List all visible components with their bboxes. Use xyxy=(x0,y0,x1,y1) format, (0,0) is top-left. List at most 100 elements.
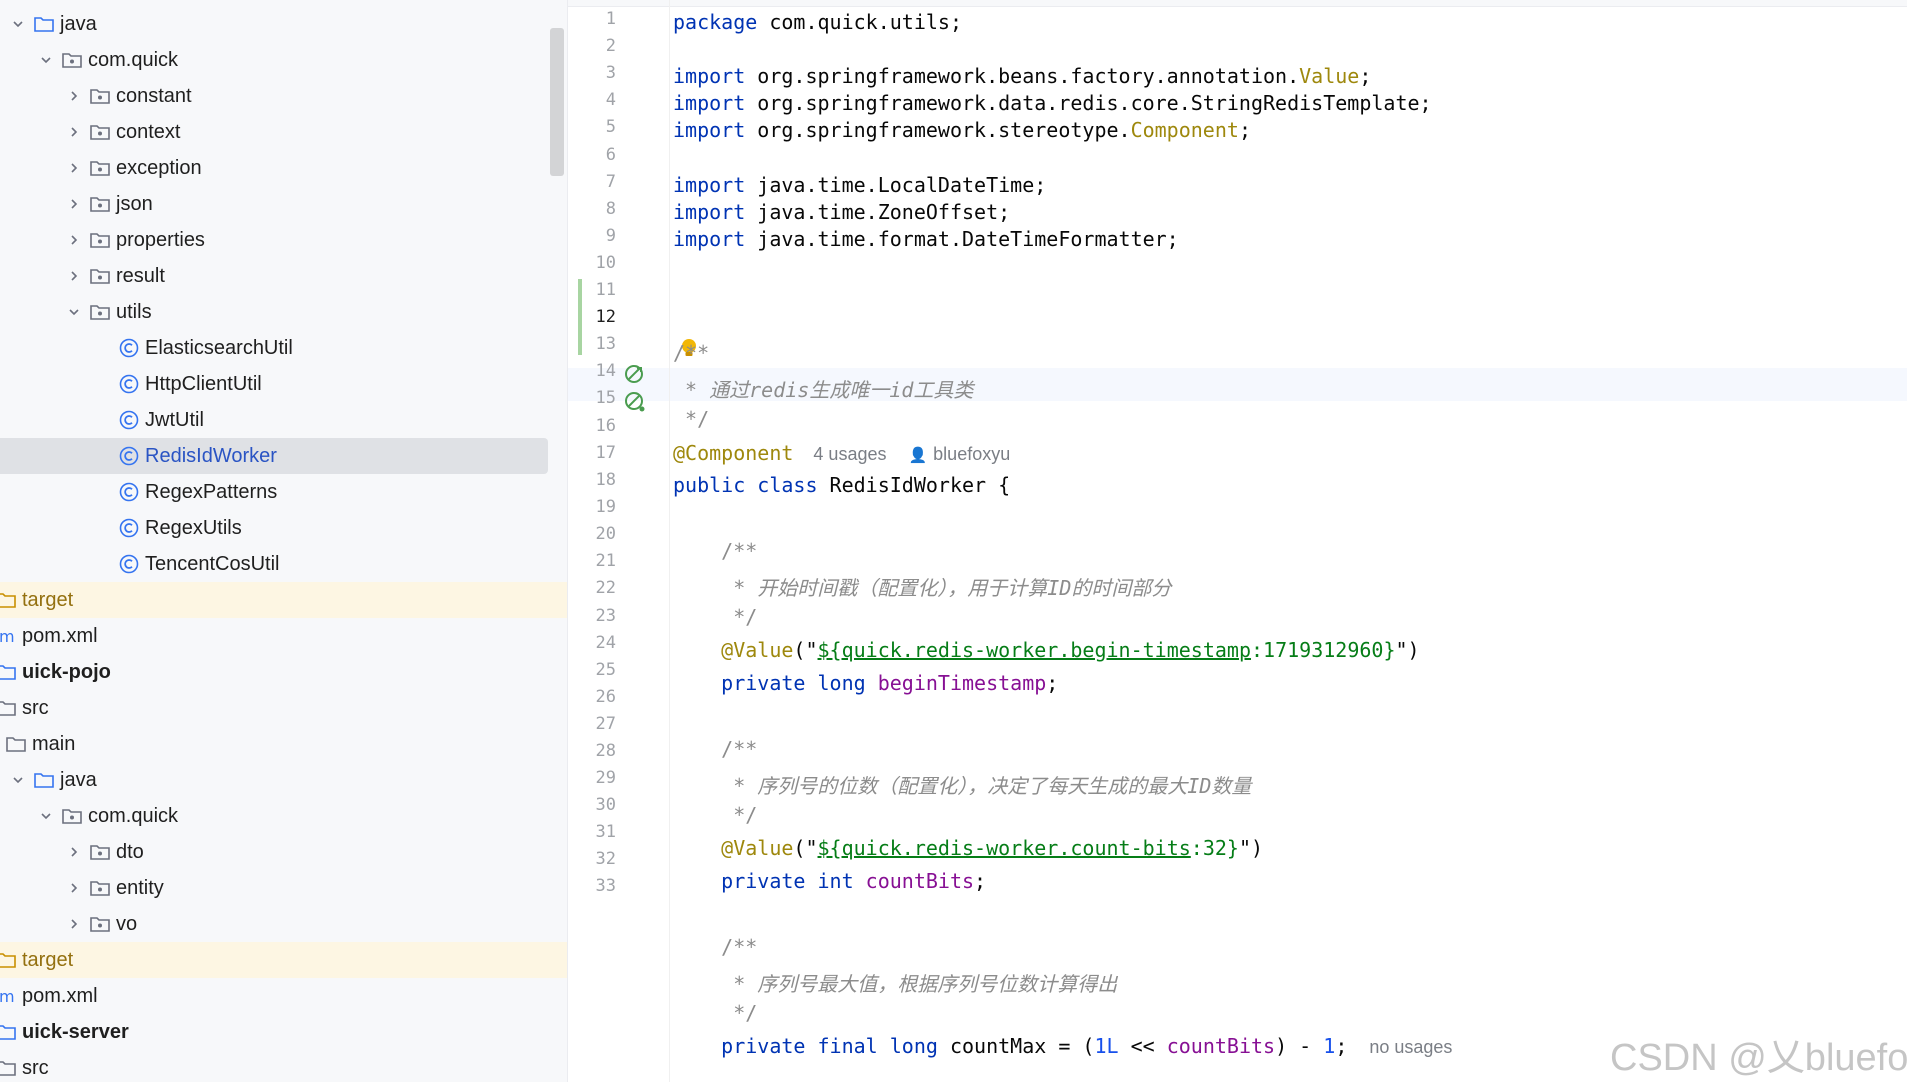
tree-item[interactable]: RegexUtils xyxy=(0,510,567,546)
line-number[interactable]: 23 xyxy=(568,606,616,626)
author-hint[interactable]: bluefoxyu xyxy=(933,444,1010,464)
svg-text:m: m xyxy=(0,627,15,646)
sidebar-scrollbar[interactable] xyxy=(550,28,564,176)
tree-item[interactable]: src xyxy=(0,690,567,726)
chevron-right-icon[interactable] xyxy=(66,268,82,284)
tree-item[interactable]: JwtUtil xyxy=(0,402,567,438)
maven-file-icon: m xyxy=(0,984,18,1008)
line-number[interactable]: 25 xyxy=(568,660,616,680)
usages-hint[interactable]: 4 usages xyxy=(813,444,886,464)
line-number[interactable]: 2 xyxy=(568,36,616,56)
line-number[interactable]: 4 xyxy=(568,90,616,110)
line-number[interactable]: 33 xyxy=(568,876,616,896)
line-number[interactable]: 10 xyxy=(568,253,616,273)
tree-item[interactable]: result xyxy=(0,258,567,294)
tree-item[interactable]: java xyxy=(0,762,567,798)
line-number[interactable]: 24 xyxy=(568,633,616,653)
chevron-down-icon[interactable] xyxy=(38,52,54,68)
tree-item[interactable]: m pom.xml xyxy=(0,978,567,1014)
tree-item[interactable]: utils xyxy=(0,294,567,330)
line-number[interactable]: 12 xyxy=(568,307,616,327)
line-number[interactable]: 7 xyxy=(568,172,616,192)
gutter-separator xyxy=(669,0,670,1082)
tree-item[interactable]: entity xyxy=(0,870,567,906)
tree-item[interactable]: json xyxy=(0,186,567,222)
spring-bean-icon[interactable] xyxy=(622,389,648,415)
chevron-right-icon[interactable] xyxy=(66,196,82,212)
tree-item[interactable]: RegexPatterns xyxy=(0,474,567,510)
tree-item-label: target xyxy=(22,948,74,971)
tree-item[interactable]: java xyxy=(0,6,567,42)
tree-item[interactable]: com.quick xyxy=(0,42,567,78)
tree-item-label: HttpClientUtil xyxy=(145,372,262,395)
line-number[interactable]: 15 xyxy=(568,388,616,408)
tree-item-label: properties xyxy=(116,228,205,251)
line-number[interactable]: 16 xyxy=(568,416,616,436)
no-usages-hint[interactable]: no usages xyxy=(1369,1037,1452,1057)
line-number[interactable]: 5 xyxy=(568,117,616,137)
spring-bean-icon[interactable] xyxy=(622,362,648,388)
tree-item[interactable]: main xyxy=(0,726,567,762)
line-number[interactable]: 8 xyxy=(568,199,616,219)
tree-item[interactable]: target xyxy=(0,582,567,618)
chevron-right-icon[interactable] xyxy=(66,916,82,932)
tree-item[interactable]: RedisIdWorker xyxy=(0,438,548,474)
tree-item[interactable]: vo xyxy=(0,906,567,942)
line-number[interactable]: 26 xyxy=(568,687,616,707)
tree-item[interactable]: com.quick xyxy=(0,798,567,834)
project-tool-window: java com.quick constant context exception jso… xyxy=(0,0,567,1082)
tree-item[interactable]: context xyxy=(0,114,567,150)
code-line-15: public class RedisIdWorker { xyxy=(673,473,1011,497)
code-line-26: @Value("${quick.redis-worker.count-bits:… xyxy=(673,836,1264,860)
package-icon xyxy=(88,876,112,900)
chevron-down-icon[interactable] xyxy=(10,772,26,788)
tree-item[interactable]: properties xyxy=(0,222,567,258)
tree-item[interactable]: src xyxy=(0,1050,567,1082)
tree-item[interactable]: uick-server xyxy=(0,1014,567,1050)
chevron-right-icon[interactable] xyxy=(66,88,82,104)
chevron-down-icon[interactable] xyxy=(66,304,82,320)
chevron-right-icon[interactable] xyxy=(66,232,82,248)
tree-item[interactable]: m pom.xml xyxy=(0,618,567,654)
tree-item[interactable]: exception xyxy=(0,150,567,186)
excluded-folder-icon xyxy=(0,948,18,972)
line-number[interactable]: 3 xyxy=(568,63,616,83)
tree-item[interactable]: HttpClientUtil xyxy=(0,366,567,402)
line-number[interactable]: 18 xyxy=(568,470,616,490)
tree-item[interactable]: TencentCosUtil xyxy=(0,546,567,582)
chevron-right-icon[interactable] xyxy=(66,844,82,860)
chevron-down-icon[interactable] xyxy=(38,808,54,824)
line-number[interactable]: 6 xyxy=(568,145,616,165)
line-number[interactable]: 21 xyxy=(568,551,616,571)
line-number[interactable]: 32 xyxy=(568,849,616,869)
code-editor[interactable]: 1 2 3 4 5 6 7 8 9 10 11 12 13 14 15 16 17 18 19 20 21 22 23 24 2… xyxy=(568,0,1907,1082)
package-icon xyxy=(88,228,112,252)
chevron-right-icon[interactable] xyxy=(66,160,82,176)
chevron-down-icon[interactable] xyxy=(10,16,26,32)
tree-item[interactable]: ElasticsearchUtil xyxy=(0,330,567,366)
chevron-right-icon[interactable] xyxy=(66,880,82,896)
tree-item[interactable]: constant xyxy=(0,78,567,114)
line-number[interactable]: 1 xyxy=(568,9,616,29)
line-number[interactable]: 31 xyxy=(568,822,616,842)
line-number[interactable]: 17 xyxy=(568,443,616,463)
line-number[interactable]: 20 xyxy=(568,524,616,544)
tree-item[interactable]: uick-pojo xyxy=(0,654,567,690)
package-icon xyxy=(88,264,112,288)
tree-item[interactable]: target xyxy=(0,942,567,978)
line-number[interactable]: 22 xyxy=(568,578,616,598)
line-number[interactable]: 27 xyxy=(568,714,616,734)
tree-item-label: result xyxy=(116,264,165,287)
line-number[interactable]: 11 xyxy=(568,280,616,300)
class-icon xyxy=(117,408,141,432)
line-number[interactable]: 13 xyxy=(568,334,616,354)
tree-item[interactable]: dto xyxy=(0,834,567,870)
line-number[interactable]: 30 xyxy=(568,795,616,815)
line-number[interactable]: 29 xyxy=(568,768,616,788)
chevron-right-icon[interactable] xyxy=(66,124,82,140)
tree-item-label: src xyxy=(22,1056,49,1079)
line-number[interactable]: 19 xyxy=(568,497,616,517)
line-number[interactable]: 9 xyxy=(568,226,616,246)
line-number[interactable]: 28 xyxy=(568,741,616,761)
line-number[interactable]: 14 xyxy=(568,361,616,381)
